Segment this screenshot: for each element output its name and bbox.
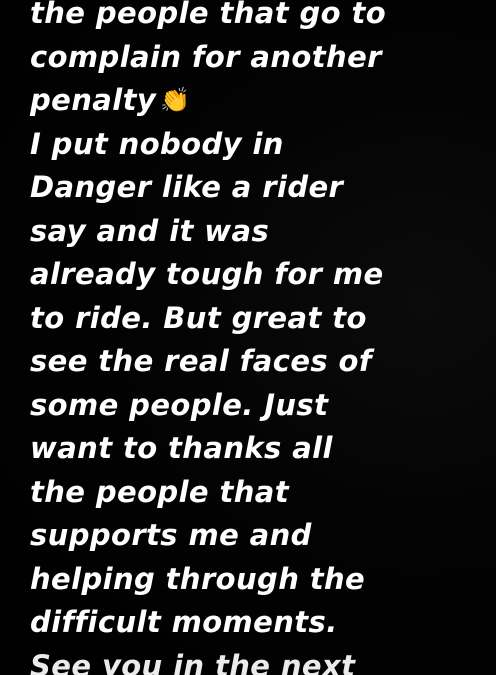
- story-line: I put nobody in: [30, 126, 284, 161]
- story-line: see the real faces of: [30, 344, 372, 378]
- story-line: complain for another: [30, 39, 382, 74]
- story-line-with-emoji: penalty 👏: [30, 79, 490, 123]
- story-line: See you in the next: [30, 648, 356, 675]
- story-line: want to thanks all: [30, 431, 333, 465]
- story-line: difficult moments.: [30, 605, 338, 639]
- story-line: supports me and: [30, 518, 312, 552]
- story-line: some people. Just: [30, 387, 329, 422]
- story-screen: the people that go to complain for anoth…: [0, 0, 496, 675]
- story-line: to ride. But great to: [30, 300, 367, 335]
- clapping-hands-icon: 👏: [160, 86, 191, 114]
- story-line: helping through the: [30, 561, 366, 596]
- story-line: the people that go to: [30, 0, 387, 30]
- story-message: the people that go to complain for anoth…: [30, 0, 490, 675]
- story-line: the people that: [30, 474, 290, 509]
- story-line: already tough for me: [30, 257, 384, 291]
- story-line: say and it was: [30, 213, 270, 248]
- story-line: Danger like a rider: [30, 170, 344, 204]
- story-line-text: penalty: [30, 83, 157, 117]
